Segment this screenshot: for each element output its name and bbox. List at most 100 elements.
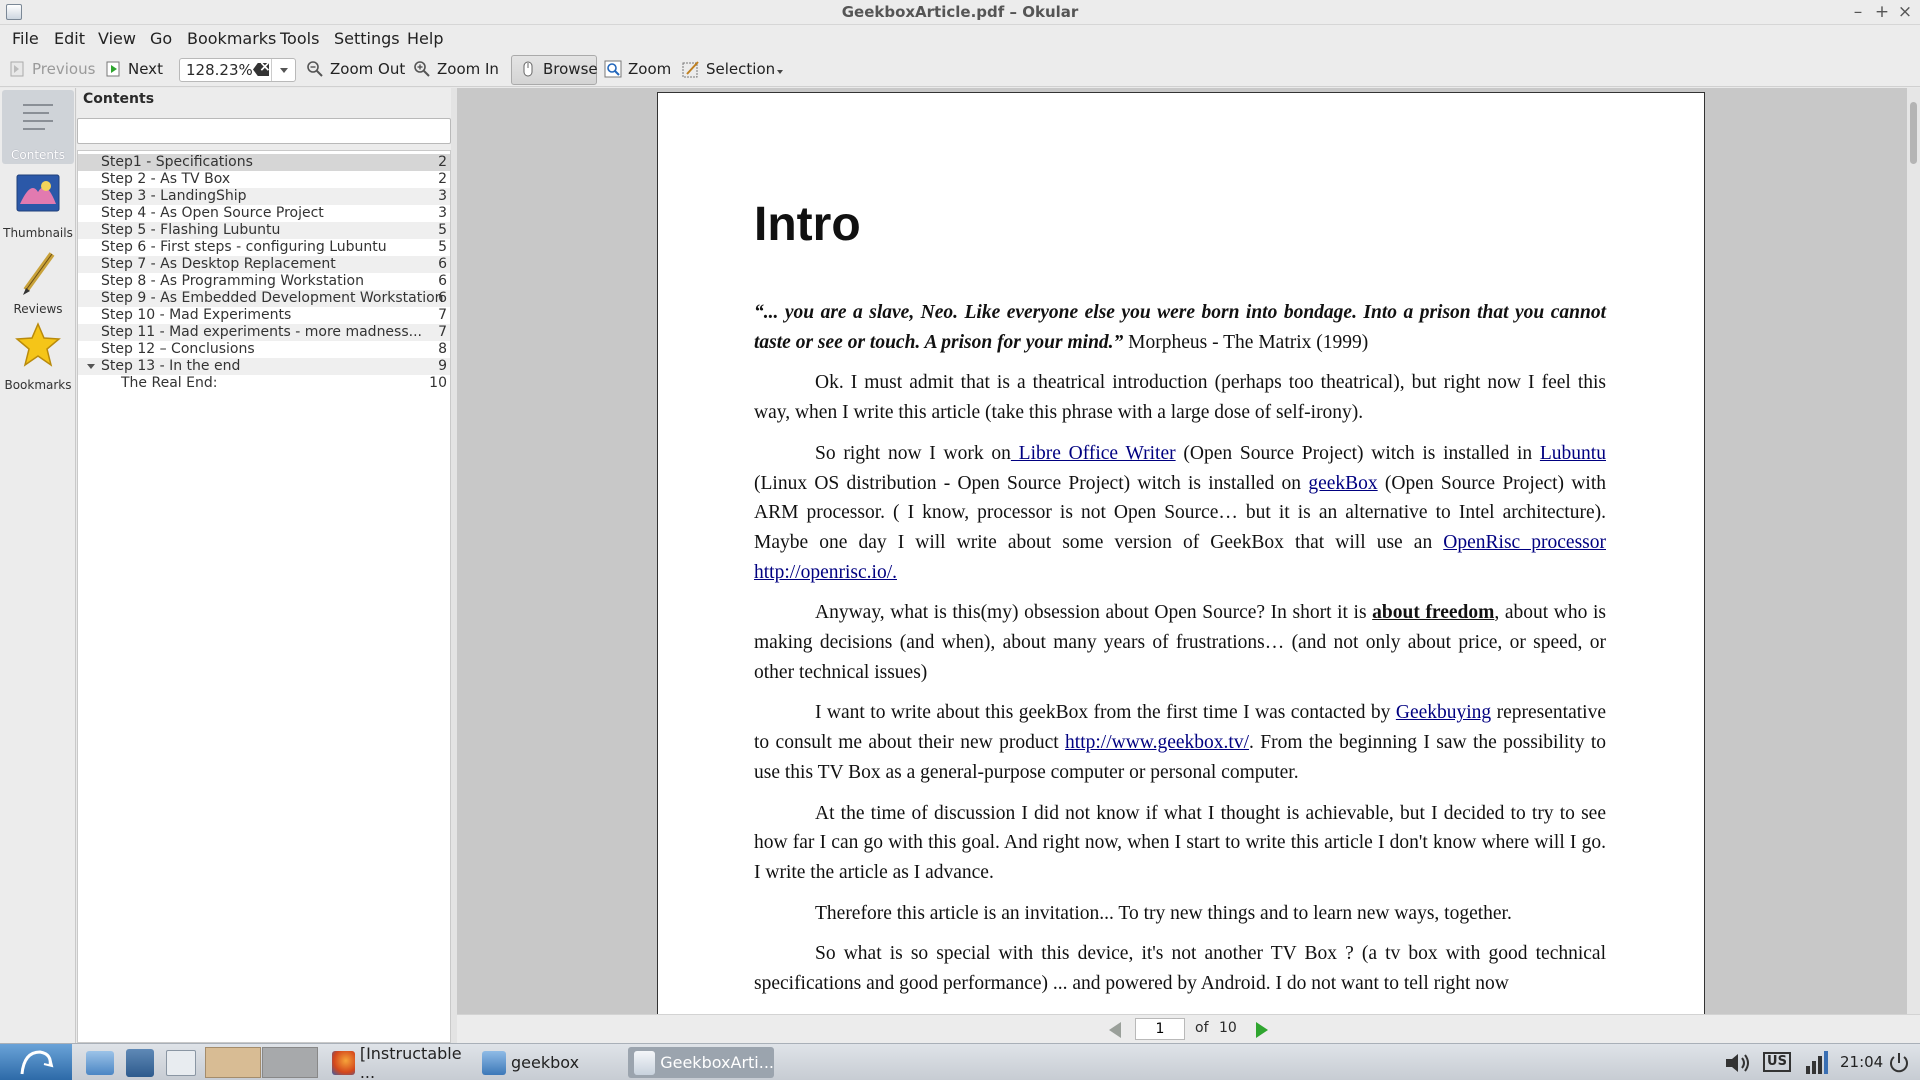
menu-tools[interactable]: Tools	[280, 29, 319, 48]
sidebar-item-label: Bookmarks	[4, 378, 72, 392]
quote-paragraph: “... you are a slave, Neo. Like everyone…	[754, 298, 1606, 357]
zoom-value[interactable]: 128.23%	[186, 61, 253, 79]
toc-entry[interactable]: Step 2 - As TV Box 2	[78, 171, 450, 188]
paragraph: Anyway, what is this(my) obsession about…	[754, 598, 1606, 687]
sidebar-item-thumbnails[interactable]: Thumbnails	[2, 168, 74, 242]
previous-button[interactable]: Previous	[8, 56, 95, 82]
link-geekbuying[interactable]: Geekbuying	[1396, 702, 1491, 723]
toc-entry-title: Step 5 - Flashing Lubuntu	[101, 222, 281, 238]
zoom-tool-button[interactable]: Zoom	[604, 56, 671, 82]
task-geekbox-folder[interactable]: geekbox	[476, 1047, 626, 1078]
task-instructables[interactable]: [Instructable ...	[326, 1044, 476, 1080]
toc-entry[interactable]: Step 9 - As Embedded Development Worksta…	[78, 290, 450, 307]
toc-entry[interactable]: Step1 - Specifications 2	[78, 154, 450, 171]
table-of-contents: Step1 - Specifications 2 Step 2 - As TV B…	[77, 150, 451, 1043]
toc-entry[interactable]: Step 3 - LandingShip 3	[78, 188, 450, 205]
task-label: GeekboxArti...	[660, 1053, 774, 1072]
toc-entry[interactable]: Step 7 - As Desktop Replacement 6	[78, 256, 450, 273]
menu-bookmarks[interactable]: Bookmarks	[187, 29, 276, 48]
task-okular[interactable]: GeekboxArti...	[628, 1047, 774, 1078]
browse-tool-button[interactable]: Browse	[519, 56, 598, 82]
toc-entry[interactable]: Step 5 - Flashing Lubuntu 5	[78, 222, 450, 239]
link-libre-office-writer[interactable]: Libre Office Writer	[1011, 443, 1176, 464]
link-openrisc-processor[interactable]: OpenRisc processor	[1443, 532, 1606, 553]
page-total: 10	[1219, 1020, 1237, 1036]
zoom-in-label: Zoom In	[437, 60, 499, 78]
chevron-down-icon[interactable]	[271, 59, 295, 81]
page-number-input[interactable]	[1135, 1018, 1185, 1040]
clear-zoom-icon[interactable]	[253, 63, 269, 76]
network-icon[interactable]	[1804, 1050, 1830, 1080]
menu-help[interactable]: Help	[407, 29, 443, 48]
menu-go[interactable]: Go	[150, 29, 172, 48]
toc-entry[interactable]: Step 11 - Mad experiments - more madness…	[78, 324, 450, 341]
clock[interactable]: 21:04	[1840, 1053, 1883, 1071]
pencil-icon	[18, 248, 58, 299]
paragraph-text: Anyway, what is this(my) obsession about…	[815, 602, 1373, 624]
sidebar-item-label: Reviews	[13, 302, 63, 316]
sidebar-item-reviews[interactable]: Reviews	[2, 244, 74, 318]
paragraph: Therefore this article is an invitation.…	[815, 902, 1512, 924]
toc-entry[interactable]: Step 10 - Mad Experiments 7	[78, 307, 450, 324]
page-heading: Intro	[754, 198, 861, 251]
zoom-in-button[interactable]: Zoom In	[413, 56, 499, 82]
sidebar-item-contents[interactable]: Contents	[2, 90, 74, 164]
toc-entry-page: 7	[438, 307, 447, 323]
pdf-page: Intro “... you are a slave, Neo. Like ev…	[657, 92, 1705, 1014]
window-title: GeekboxArticle.pdf – Okular	[841, 3, 1079, 21]
toc-entry[interactable]: Step 13 - In the end 9	[78, 358, 450, 375]
zoom-tool-label: Zoom	[628, 60, 672, 78]
zoom-out-button[interactable]: Zoom Out	[306, 56, 405, 82]
menu-view[interactable]: View	[98, 29, 136, 48]
selection-tool-button[interactable]: Selection	[682, 56, 784, 82]
toc-entry[interactable]: Step 8 - As Programming Workstation 6	[78, 273, 450, 290]
volume-icon[interactable]	[1723, 1051, 1753, 1079]
link-geekbox[interactable]: geekBox	[1308, 473, 1377, 494]
keyboard-layout-indicator[interactable]: US	[1763, 1052, 1791, 1072]
screenshot-launcher-icon[interactable]	[126, 1049, 154, 1077]
toc-entry[interactable]: Step 12 – Conclusions 8	[78, 341, 450, 358]
toc-entry-page: 6	[438, 256, 447, 272]
chevron-down-icon[interactable]	[777, 70, 784, 74]
vertical-scrollbar[interactable]	[1907, 88, 1920, 1014]
toc-entry-page: 2	[438, 171, 447, 187]
toc-entry-page: 9	[438, 358, 447, 374]
next-page-arrow-icon[interactable]	[1256, 1022, 1268, 1038]
toc-entry[interactable]: The Real End: 10	[78, 375, 450, 392]
document-viewport[interactable]: Intro “... you are a slave, Neo. Like ev…	[457, 88, 1907, 1014]
menu-settings[interactable]: Settings	[334, 29, 400, 48]
previous-page-arrow-icon[interactable]	[1109, 1022, 1121, 1038]
next-button[interactable]: Next	[104, 56, 163, 82]
toc-entry-title: The Real End:	[121, 375, 218, 391]
sidebar-item-label: Thumbnails	[3, 226, 73, 240]
menu-file[interactable]: File	[12, 29, 39, 48]
toc-entry-title: Step 10 - Mad Experiments	[101, 307, 292, 323]
menu-edit[interactable]: Edit	[54, 29, 85, 48]
desktop-1-switcher[interactable]	[205, 1047, 261, 1078]
taskbar: [Instructable ... geekbox GeekboxArti...…	[0, 1043, 1920, 1080]
toc-entry-page: 8	[438, 341, 447, 357]
zoom-in-icon	[413, 60, 431, 78]
maximize-icon[interactable]: +	[1872, 1, 1892, 23]
scrollbar-thumb[interactable]	[1910, 102, 1917, 164]
power-icon[interactable]	[1887, 1051, 1911, 1079]
paragraph: At the time of discussion I did not know…	[754, 802, 1606, 883]
link-geekbox-url[interactable]: http://www.geekbox.tv/	[1065, 732, 1249, 753]
contents-search-input[interactable]	[77, 118, 451, 144]
close-icon[interactable]: ×	[1895, 1, 1915, 23]
link-lubuntu[interactable]: Lubuntu	[1540, 443, 1606, 464]
window-launcher-icon[interactable]	[166, 1050, 196, 1076]
desktop-2-switcher[interactable]	[262, 1047, 318, 1078]
minimize-icon[interactable]: –	[1848, 1, 1868, 23]
start-menu-icon[interactable]	[0, 1044, 72, 1080]
zoom-combobox[interactable]: 128.23%	[179, 58, 296, 82]
toc-entry-page: 3	[438, 188, 447, 204]
expand-arrow-icon[interactable]	[87, 364, 95, 369]
toc-entry-title: Step 2 - As TV Box	[101, 171, 231, 187]
next-label: Next	[128, 60, 163, 78]
sidebar-item-bookmarks[interactable]: Bookmarks	[2, 320, 74, 394]
link-openrisc-url[interactable]: http://openrisc.io/.	[754, 562, 897, 583]
toc-entry[interactable]: Step 4 - As Open Source Project 3	[78, 205, 450, 222]
toc-entry[interactable]: Step 6 - First steps - configuring Lubun…	[78, 239, 450, 256]
file-manager-launcher-icon[interactable]	[86, 1051, 114, 1075]
